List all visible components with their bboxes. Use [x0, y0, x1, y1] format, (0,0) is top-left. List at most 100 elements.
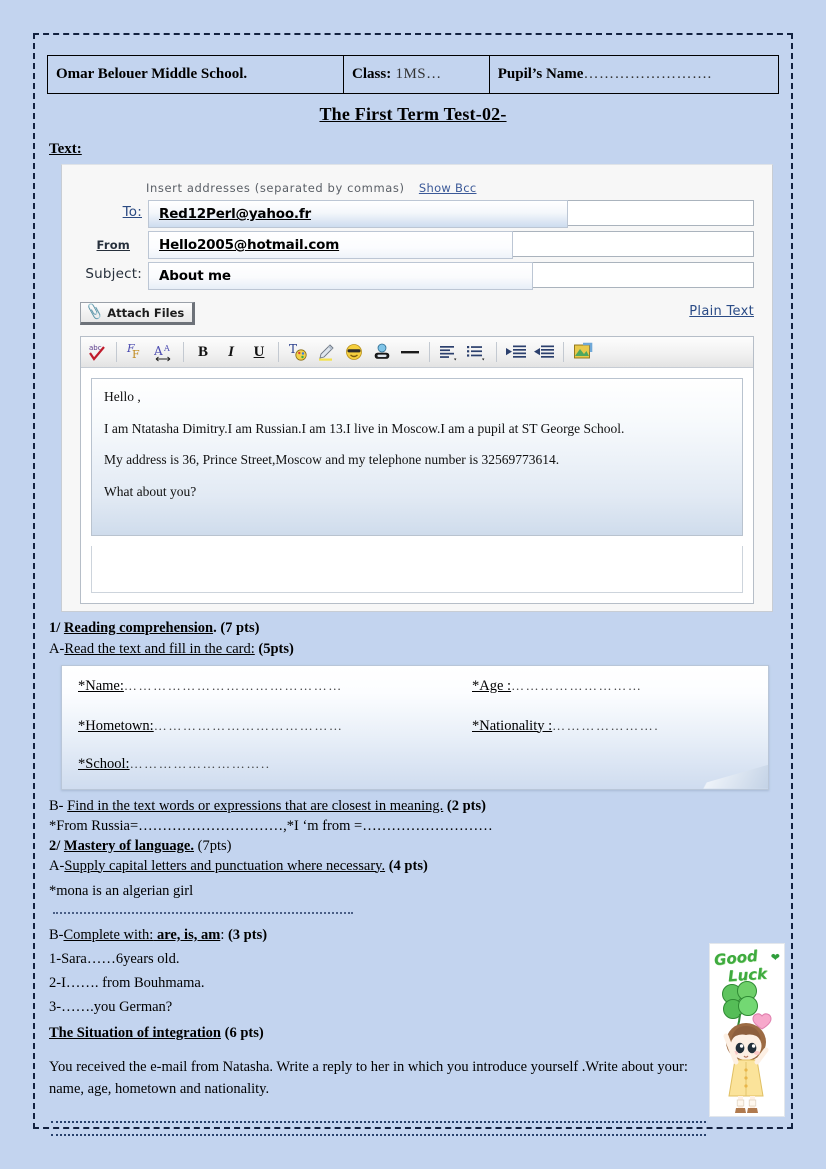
insert-link-icon[interactable] [368, 339, 396, 365]
q2-points: (7pts) [193, 837, 232, 854]
from-label[interactable]: From [68, 238, 130, 252]
emoticon-icon[interactable] [340, 339, 368, 365]
to-label[interactable]: To: [80, 204, 142, 220]
spellcheck-icon[interactable]: abc [83, 339, 111, 365]
clover-girl-illustration [722, 981, 772, 1113]
subject-value-box[interactable]: About me [148, 262, 533, 290]
font-size-icon[interactable]: A A [150, 339, 178, 365]
editor-toolbar: abc F F A A B I U T [81, 337, 753, 368]
school-cell: Omar Belouer Middle School. [46, 55, 345, 94]
card-hometown-label: *Hometown: [78, 717, 154, 734]
worksheet-content: Omar Belouer Middle School. Class: 1MS… … [35, 35, 791, 1136]
bulleted-list-icon[interactable] [463, 339, 491, 365]
to-value-box[interactable]: Red12Perl@yahoo.fr [148, 200, 568, 228]
plain-text-link[interactable]: Plain Text [689, 304, 754, 319]
card-name-row: *Name:……………………………………… [78, 678, 343, 695]
card-hometown-row: *Hometown:………………………………… [78, 718, 344, 735]
from-value: Hello2005@hotmail.com [159, 237, 340, 253]
class-label: Class: [352, 65, 392, 82]
pupil-name-cell: Pupil’s Name……………………. [488, 55, 780, 94]
q1a-points: (5pts) [254, 640, 294, 657]
q2-number: 2/ [49, 837, 64, 854]
font-family-icon[interactable]: F F [122, 339, 150, 365]
attach-files-label: Attach Files [107, 305, 185, 320]
editor-footer-area [91, 546, 743, 593]
question-2b-item[interactable]: 2-I……. from Bouhmama. [49, 973, 779, 993]
text-section-label: Text: [49, 141, 82, 157]
email-body-line: I am Ntatasha Dimitry.I am Russian.I am … [104, 420, 625, 436]
email-body-line: What about you? [104, 483, 197, 499]
email-body[interactable]: Hello , I am Ntatasha Dimitry.I am Russi… [91, 378, 743, 536]
toolbar-separator [496, 342, 497, 362]
card-age-label: *Age : [472, 677, 512, 694]
subject-value: About me [159, 268, 231, 284]
card-name-blank[interactable]: ……………………………………… [124, 678, 343, 693]
identity-card: *Name:……………………………………… *Age :……………………… *H… [61, 664, 769, 790]
school-name: Omar Belouer Middle School. [56, 65, 248, 82]
q3-points: (6 pts) [221, 1024, 264, 1041]
q1b-text: Find in the text words or expressions th… [67, 797, 444, 814]
bold-icon[interactable]: B [189, 339, 217, 365]
highlighter-icon[interactable] [312, 339, 340, 365]
worksheet-frame: Omar Belouer Middle School. Class: 1MS… … [33, 33, 793, 1136]
toolbar-separator [278, 342, 279, 362]
pupil-name-blank: ……………………. [583, 65, 712, 82]
subject-label: Subject: [85, 266, 142, 282]
underline-icon[interactable]: U [245, 339, 273, 365]
underline-glyph: U [253, 343, 265, 360]
card-school-row: *School:……………………….. [78, 756, 271, 773]
q2b-prefix: B- [49, 926, 64, 943]
from-value-box[interactable]: Hello2005@hotmail.com [148, 231, 513, 259]
answer-line[interactable] [51, 1120, 706, 1123]
card-age-blank[interactable]: ……………………… [511, 678, 642, 693]
question-2-heading: 2/ Mastery of language. (7pts) [49, 836, 779, 856]
q1-number: 1/ [49, 620, 64, 636]
horizontal-rule-icon[interactable] [396, 339, 424, 365]
good-luck-image: Good Luck ❤ [709, 943, 785, 1117]
align-text-icon[interactable] [435, 339, 463, 365]
q1b-points: (2 pts) [443, 797, 486, 814]
toolbar-separator [429, 342, 430, 362]
paperclip-icon: 📎 [84, 303, 104, 322]
italic-icon[interactable]: I [217, 339, 245, 365]
question-2b-item[interactable]: 3-…….you German? [49, 997, 779, 1017]
outdent-icon[interactable] [502, 339, 530, 365]
answer-line[interactable] [51, 1133, 706, 1136]
q1a-prefix: A- [49, 640, 65, 657]
page-title: The First Term Test-02- [319, 104, 507, 124]
text-color-icon[interactable]: T [284, 339, 312, 365]
q1-points: . (7 pts) [213, 620, 260, 636]
q2b-bold-words: are, is, am [153, 926, 221, 943]
question-2b-item[interactable]: 1-Sara……6years old. [49, 949, 779, 969]
card-nationality-blank[interactable]: …………………. [552, 718, 659, 733]
card-school-label: *School: [78, 755, 130, 772]
email-body-line: My address is 36, Prince Street,Moscow a… [104, 452, 560, 468]
card-age-row: *Age :……………………… [472, 678, 642, 695]
class-value: 1MS… [391, 65, 442, 82]
q2a-prefix: A- [49, 857, 65, 874]
email-fields: To: From Subject: Red12Perl@yahoo.fr Hel… [80, 200, 754, 296]
q2a-points: (4 pts) [385, 857, 428, 874]
toolbar-separator [563, 342, 564, 362]
answer-line[interactable] [53, 911, 353, 914]
insert-image-icon[interactable] [569, 339, 597, 365]
question-1b-items[interactable]: *From Russia=…………………………,*I ‘m from =…………… [49, 816, 779, 836]
indent-icon[interactable] [530, 339, 558, 365]
card-school-blank[interactable]: ……………………….. [130, 756, 271, 771]
card-hometown-blank[interactable]: ………………………………… [154, 718, 344, 733]
toolbar-separator [183, 342, 184, 362]
show-bcc-link[interactable]: Show Bcc [419, 181, 477, 195]
class-cell: Class: 1MS… [343, 55, 490, 94]
q1b-prefix: B- [49, 797, 68, 814]
question-2a-item: *mona is an algerian girl [49, 882, 194, 899]
question-1b: B- Find in the text words or expressions… [49, 796, 779, 816]
italic-glyph: I [228, 343, 234, 360]
q2a-text: Supply capital letters and punctuation w… [64, 857, 386, 874]
heart-icon: ❤ [770, 952, 780, 964]
svg-text:A: A [154, 344, 163, 358]
svg-text:A: A [163, 344, 170, 353]
attach-files-button[interactable]: 📎 Attach Files [80, 302, 196, 325]
question-2a: A-Supply capital letters and punctuation… [49, 856, 779, 876]
q3-title: The Situation of integration [49, 1024, 221, 1041]
email-body-line: Hello , [104, 389, 141, 404]
